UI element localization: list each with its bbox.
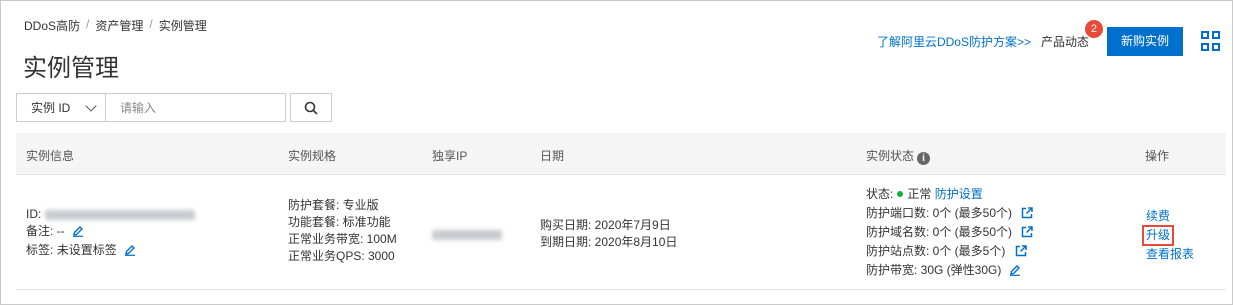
site-count: 防护站点数: 0个 (最多5个) bbox=[866, 244, 1006, 258]
page-title: 实例管理 bbox=[23, 54, 119, 82]
column-header-info: 实例信息 bbox=[26, 149, 75, 163]
status-ok-dot bbox=[897, 191, 904, 197]
instance-id-line: ID: bbox=[26, 206, 195, 223]
date-cell: 购买日期: 2020年7月9日 到期日期: 2020年8月10日 bbox=[540, 217, 677, 251]
status-value: 正常 bbox=[907, 187, 932, 201]
column-header-spec: 实例规格 bbox=[288, 149, 337, 163]
edit-icon[interactable] bbox=[124, 244, 136, 256]
search-field-select[interactable]: 实例 ID bbox=[16, 93, 106, 122]
column-header-ops: 操作 bbox=[1145, 149, 1170, 163]
table-row: ID: 备注: -- 标签: 未设置标签 防护套餐: 专业版 功能套餐: 标准功… bbox=[16, 175, 1226, 290]
search-bar: 实例 ID bbox=[16, 93, 332, 122]
product-news-label: 产品动态 bbox=[1040, 34, 1089, 49]
renew-link[interactable]: 续费 bbox=[1146, 208, 1194, 225]
status-line: 状态: 正常 防护设置 bbox=[866, 185, 1033, 204]
breadcrumb-current: 实例管理 bbox=[158, 19, 207, 33]
status-label: 状态: bbox=[866, 187, 894, 201]
external-link-icon[interactable] bbox=[1021, 226, 1034, 238]
instance-tag-line: 标签: 未设置标签 bbox=[26, 242, 195, 259]
instance-note-value: -- bbox=[56, 224, 65, 238]
apps-grid-icon[interactable] bbox=[1201, 31, 1221, 51]
protect-bandwidth: 防护带宽: 30G (弹性30G) bbox=[866, 263, 1002, 277]
product-news-link[interactable]: 产品动态 2 bbox=[1040, 19, 1103, 50]
buy-date: 购买日期: 2020年7月9日 bbox=[540, 218, 671, 232]
domain-count: 防护域名数: 0个 (最多50个) bbox=[866, 225, 1013, 239]
search-button[interactable] bbox=[290, 93, 332, 122]
search-icon bbox=[304, 101, 318, 115]
chevron-down-icon bbox=[85, 99, 97, 112]
dedicated-ip-redacted bbox=[432, 229, 502, 240]
breadcrumb: DDoS高防 / 资产管理 / 实例管理 bbox=[24, 17, 207, 34]
external-link-icon[interactable] bbox=[1015, 245, 1027, 257]
column-header-date: 日期 bbox=[540, 149, 565, 163]
table-header: 实例信息 实例规格 独享IP 日期 实例状态 i 操作 bbox=[16, 133, 1226, 175]
bandwidth-line: 防护带宽: 30G (弹性30G) bbox=[866, 261, 1033, 280]
buy-instance-button[interactable]: 新购实例 bbox=[1106, 26, 1183, 56]
spec-package: 防护套餐: 专业版 bbox=[288, 198, 379, 212]
external-link-icon[interactable] bbox=[1021, 207, 1034, 219]
expire-date: 到期日期: 2020年8月10日 bbox=[540, 235, 678, 249]
top-actions: 了解阿里云DDoS防护方案>> 产品动态 2 新购实例 bbox=[877, 19, 1221, 56]
site-count-line: 防护站点数: 0个 (最多5个) bbox=[866, 242, 1033, 261]
edit-icon[interactable] bbox=[72, 225, 84, 237]
column-header-ip: 独享IP bbox=[432, 149, 468, 163]
instance-status-cell: 状态: 正常 防护设置 防护端口数: 0个 (最多50个) 防护域名数: 0个 (… bbox=[866, 185, 1034, 280]
breadcrumb-ddos[interactable]: DDoS高防 bbox=[24, 17, 80, 34]
breadcrumb-separator: / bbox=[149, 17, 153, 31]
instance-spec-cell: 防护套餐: 专业版 功能套餐: 标准功能 正常业务带宽: 100M 正常业务QP… bbox=[288, 197, 397, 265]
breadcrumb-separator: / bbox=[86, 17, 90, 31]
column-header-status: 实例状态 i bbox=[866, 147, 931, 165]
protect-settings-link[interactable]: 防护设置 bbox=[935, 187, 983, 201]
operations-cell: 续费 升级 查看报表 bbox=[1142, 208, 1194, 263]
learn-solution-link[interactable]: 了解阿里云DDoS防护方案>> bbox=[877, 33, 1031, 50]
search-input[interactable] bbox=[106, 93, 286, 122]
view-report-link[interactable]: 查看报表 bbox=[1146, 246, 1194, 263]
dedicated-ip-cell bbox=[432, 226, 502, 243]
info-icon[interactable]: i bbox=[917, 152, 931, 165]
column-header-status-label: 实例状态 bbox=[866, 149, 915, 163]
port-count-line: 防护端口数: 0个 (最多50个) bbox=[866, 204, 1034, 223]
breadcrumb-assets[interactable]: 资产管理 bbox=[95, 17, 143, 34]
spec-function: 功能套餐: 标准功能 bbox=[288, 215, 391, 229]
instance-id-label: ID: bbox=[26, 207, 42, 221]
edit-icon[interactable] bbox=[1009, 264, 1021, 276]
instance-tag-value: 未设置标签 bbox=[56, 243, 117, 257]
search-field-select-value: 实例 ID bbox=[31, 101, 71, 115]
port-count: 防护端口数: 0个 (最多50个) bbox=[866, 206, 1013, 220]
spec-bandwidth: 正常业务带宽: 100M bbox=[288, 232, 397, 246]
instance-info-cell: ID: 备注: -- 标签: 未设置标签 bbox=[26, 206, 195, 259]
instance-note-line: 备注: -- bbox=[26, 223, 195, 240]
domain-count-line: 防护域名数: 0个 (最多50个) bbox=[866, 223, 1034, 242]
instance-tag-label: 标签: bbox=[26, 243, 54, 257]
upgrade-link[interactable]: 升级 bbox=[1142, 225, 1175, 246]
spec-qps: 正常业务QPS: 3000 bbox=[288, 249, 395, 263]
instance-id-value-redacted bbox=[44, 209, 195, 220]
instance-note-label: 备注: bbox=[26, 224, 54, 238]
news-count-badge: 2 bbox=[1084, 19, 1103, 38]
